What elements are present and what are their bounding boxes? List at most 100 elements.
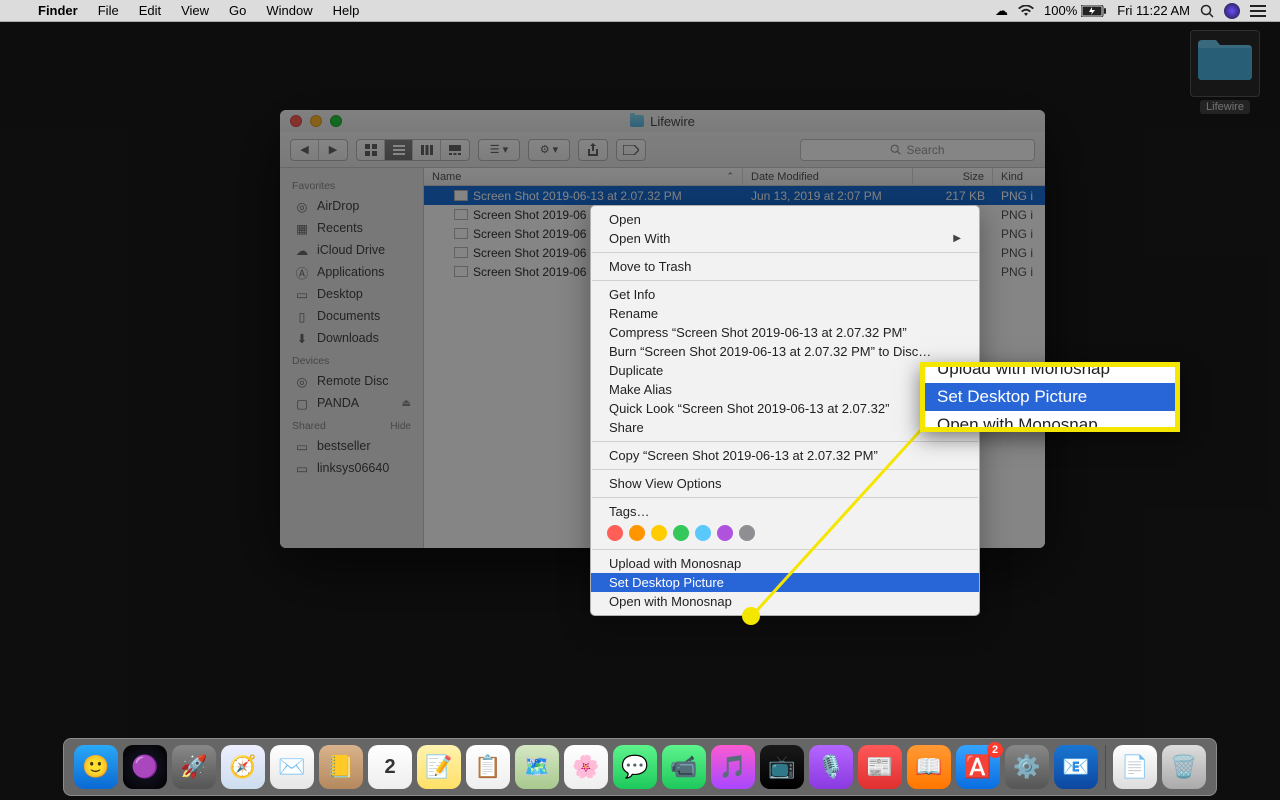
cloud-icon[interactable]: ☁︎ [995,3,1008,19]
menu-burn-screen-shot-at-pm-to-disc[interactable]: Burn “Screen Shot 2019-06-13 at 2.07.32 … [591,342,979,361]
dock-launchpad[interactable]: 🚀 [172,745,216,789]
menu-get-info[interactable]: Get Info [591,285,979,304]
close-button[interactable] [290,115,302,127]
dock-tv[interactable]: 📺 [760,745,804,789]
col-name[interactable]: Name⌃ [424,168,743,185]
submenu-arrow-icon: ▶ [953,233,961,244]
minimize-button[interactable] [310,115,322,127]
battery-status[interactable]: 100% [1044,3,1107,18]
col-kind[interactable]: Kind [993,168,1045,185]
tag-colors [591,521,979,545]
dock-maps[interactable]: 🗺️ [515,745,559,789]
back-button[interactable]: ◀ [291,140,319,160]
dock-contacts[interactable]: 📒 [319,745,363,789]
menu-open-with-monosnap[interactable]: Open with Monosnap [591,592,979,611]
menu-app[interactable]: Finder [28,3,88,18]
desktop-folder-lifewire[interactable]: Lifewire [1190,30,1260,115]
tag-color[interactable] [673,525,689,541]
zoom-button[interactable] [330,115,342,127]
callout-line: Upload with Monosnap [925,362,1175,383]
siri-icon[interactable] [1224,3,1240,19]
sidebar-item-airdrop[interactable]: ◎AirDrop [280,195,423,217]
dock-photos[interactable]: 🌸 [564,745,608,789]
menu-window[interactable]: Window [256,3,322,18]
menu-edit[interactable]: Edit [129,3,171,18]
dock-reminders[interactable]: 📋 [466,745,510,789]
tag-color[interactable] [629,525,645,541]
dock-notes[interactable]: 📝 [417,745,461,789]
dock-messages[interactable]: 💬 [613,745,657,789]
dock-books[interactable]: 📖 [907,745,951,789]
sidebar-item-icloud-drive[interactable]: ☁iCloud Drive [280,239,423,261]
eject-icon[interactable]: ⏏ [402,398,411,409]
dock-trash[interactable]: 🗑️ [1162,745,1206,789]
icon-view[interactable] [357,140,385,160]
sidebar-item-bestseller[interactable]: ▭bestseller [280,435,423,457]
sidebar-item-linksys06640[interactable]: ▭linksys06640 [280,457,423,479]
menu-copy-screen-shot-at-pm[interactable]: Copy “Screen Shot 2019-06-13 at 2.07.32 … [591,446,979,465]
menu-compress-screen-shot-at-pm[interactable]: Compress “Screen Shot 2019-06-13 at 2.07… [591,323,979,342]
toolbar: ◀ ▶ ☰ ▾ ⚙ ▾ Search [280,132,1045,168]
dock-appstore[interactable]: 🅰️2 [956,745,1000,789]
action-button[interactable]: ⚙ ▾ [529,140,569,160]
forward-button[interactable]: ▶ [319,140,347,160]
menu-open-with[interactable]: Open With▶ [591,229,979,248]
sidebar-item-downloads[interactable]: ⬇Downloads [280,327,423,349]
arrange-button[interactable]: ☰ ▾ [479,140,519,160]
favorites-header: Favorites [280,174,423,195]
sidebar-item-remote-disc[interactable]: ◎Remote Disc [280,370,423,392]
tag-color[interactable] [695,525,711,541]
menu-open[interactable]: Open [591,210,979,229]
sidebar-item-applications[interactable]: ⒶApplications [280,261,423,283]
sidebar-item-panda[interactable]: ▢PANDA⏏ [280,392,423,414]
search-input[interactable]: Search [800,139,1035,161]
dock-mail[interactable]: ✉️ [270,745,314,789]
menu-show-view-options[interactable]: Show View Options [591,474,979,493]
dock-news[interactable]: 📰 [858,745,902,789]
sidebar-item-desktop[interactable]: ▭Desktop [280,283,423,305]
column-view[interactable] [413,140,441,160]
dock-siri[interactable]: 🟣 [123,745,167,789]
clock[interactable]: Fri 11:22 AM [1117,3,1190,18]
dock-outlook[interactable]: 📧 [1054,745,1098,789]
tag-color[interactable] [739,525,755,541]
tag-color[interactable] [651,525,667,541]
list-view[interactable] [385,140,413,160]
menu-upload-with-monosnap[interactable]: Upload with Monosnap [591,554,979,573]
sidebar-item-recents[interactable]: ▦Recents [280,217,423,239]
dock-divider [1105,745,1106,789]
tags-button[interactable] [617,140,645,160]
table-row[interactable]: Screen Shot 2019-06-13 at 2.07.32 PMJun … [424,186,1045,205]
search-icon[interactable] [1200,4,1214,18]
dock-xlsx[interactable]: 📄 [1113,745,1157,789]
menu-rename[interactable]: Rename [591,304,979,323]
desktop-folder-label: Lifewire [1200,100,1250,114]
tag-color[interactable] [607,525,623,541]
dock-facetime[interactable]: 📹 [662,745,706,789]
callout-line: Open with Monosnap [925,411,1175,432]
menu-view[interactable]: View [171,3,219,18]
sidebar-icon: Ⓐ [294,264,310,280]
menu-move-to-trash[interactable]: Move to Trash [591,257,979,276]
folder-icon [630,115,644,127]
menu-tags[interactable]: Tags… [591,502,979,521]
menu-help[interactable]: Help [323,3,370,18]
dock-itunes[interactable]: 🎵 [711,745,755,789]
hide-button[interactable]: Hide [390,421,411,432]
dock-podcasts[interactable]: 🎙️ [809,745,853,789]
menu-file[interactable]: File [88,3,129,18]
gallery-view[interactable] [441,140,469,160]
dock-preferences[interactable]: ⚙️ [1005,745,1049,789]
tag-color[interactable] [717,525,733,541]
dock-finder[interactable]: 🙂 [74,745,118,789]
notification-center-icon[interactable] [1250,5,1266,17]
dock-safari[interactable]: 🧭 [221,745,265,789]
col-size[interactable]: Size [913,168,993,185]
dock-calendar[interactable]: 2 [368,745,412,789]
wifi-icon[interactable] [1018,5,1034,17]
menu-go[interactable]: Go [219,3,256,18]
sidebar-item-documents[interactable]: ▯Documents [280,305,423,327]
share-button[interactable] [579,140,607,160]
col-date[interactable]: Date Modified [743,168,913,185]
menu-set-desktop-picture[interactable]: Set Desktop Picture [591,573,979,592]
